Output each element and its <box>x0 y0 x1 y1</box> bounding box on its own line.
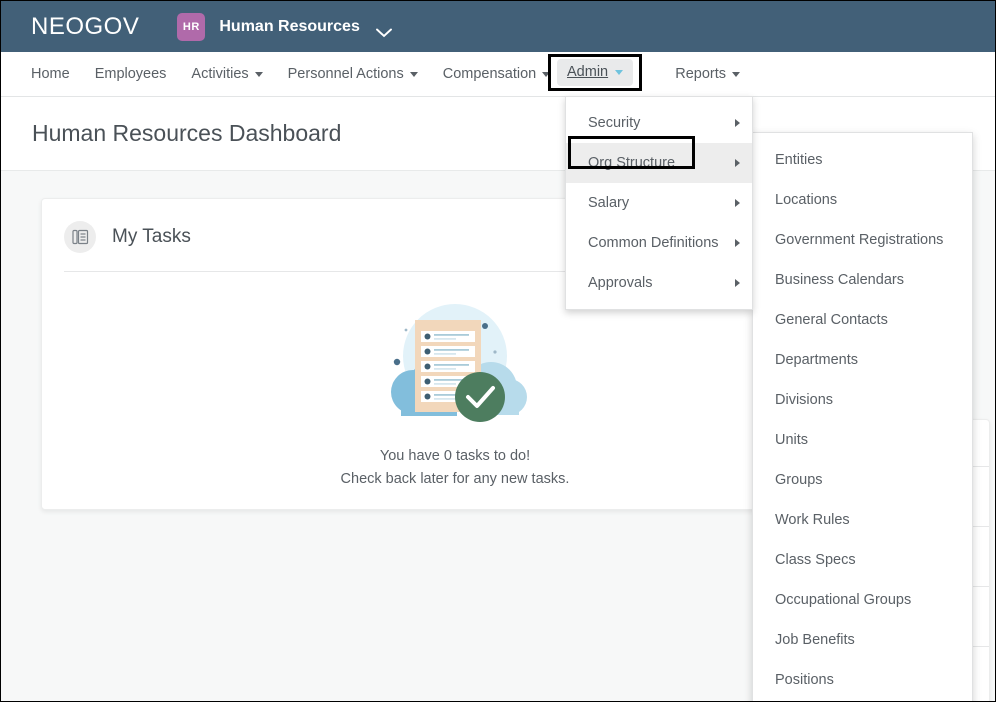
nav-item-activities[interactable]: Activities <box>191 66 263 82</box>
caret-down-icon <box>409 71 418 77</box>
submenu-item-general-contacts[interactable]: General Contacts <box>753 300 972 340</box>
menu-label: Security <box>588 115 641 131</box>
chevron-right-icon <box>735 279 740 287</box>
nav-label: Employees <box>94 66 167 82</box>
org-structure-submenu: Entities Locations Government Registrati… <box>752 132 973 701</box>
submenu-item-departments[interactable]: Departments <box>753 340 972 380</box>
nav-item-reports[interactable]: Reports <box>675 66 740 82</box>
submenu-item-business-calendars[interactable]: Business Calendars <box>753 260 972 300</box>
submenu-item-occupational-groups[interactable]: Occupational Groups <box>753 580 972 620</box>
empty-state-line-1: You have 0 tasks to do! <box>379 448 531 464</box>
nav-item-compensation[interactable]: Compensation <box>443 66 551 82</box>
nav-label: Personnel Actions <box>287 66 404 82</box>
empty-tasks-checkmark-illustration <box>391 304 527 422</box>
admin-dropdown-menu: Security Org Structure Salary Common Def… <box>565 96 753 310</box>
main-navigation-bar: Home Employees Activities Personnel Acti… <box>1 52 995 97</box>
chevron-right-icon <box>735 159 740 167</box>
caret-down-icon <box>732 71 740 77</box>
application-window: NEOGOV HR Human Resources Home Employees… <box>1 1 995 701</box>
hr-module-badge: HR <box>177 12 206 41</box>
top-brand-bar: NEOGOV HR Human Resources <box>1 1 995 52</box>
admin-menu-item-approvals[interactable]: Approvals <box>566 263 752 303</box>
chevron-right-icon <box>735 119 740 127</box>
caret-down-icon <box>615 69 624 75</box>
menu-label: Salary <box>588 195 630 211</box>
submenu-item-locations[interactable]: Locations <box>753 180 972 220</box>
page-title: Human Resources Dashboard <box>32 120 342 146</box>
chevron-right-icon <box>735 239 740 247</box>
admin-menu-item-common-definitions[interactable]: Common Definitions <box>566 223 752 263</box>
submenu-item-class-specs[interactable]: Class Specs <box>753 540 972 580</box>
nav-label: Reports <box>675 66 726 82</box>
chevron-right-icon <box>735 199 740 207</box>
nav-item-admin-highlight-box: Admin <box>548 54 643 91</box>
admin-menu-item-salary[interactable]: Salary <box>566 183 752 223</box>
nav-label: Home <box>31 66 70 82</box>
nav-label: Activities <box>191 66 249 82</box>
submenu-item-positions[interactable]: Positions <box>753 660 972 700</box>
submenu-item-work-rules[interactable]: Work Rules <box>753 500 972 540</box>
nav-item-admin[interactable]: Admin <box>557 59 634 86</box>
submenu-item-entities[interactable]: Entities <box>753 140 972 180</box>
module-name-label: Human Resources <box>219 17 360 35</box>
admin-menu-item-org-structure[interactable]: Org Structure <box>566 143 752 183</box>
nav-label: Admin <box>567 64 609 80</box>
my-tasks-title: My Tasks <box>112 226 191 247</box>
nav-item-home[interactable]: Home <box>31 66 70 82</box>
neogov-logo[interactable]: NEOGOV <box>31 13 139 41</box>
menu-label: Approvals <box>588 275 653 291</box>
caret-down-icon <box>254 71 263 77</box>
empty-state-line-2: Check back later for any new tasks. <box>340 471 570 487</box>
menu-label: Common Definitions <box>588 235 719 251</box>
submenu-item-units[interactable]: Units <box>753 420 972 460</box>
submenu-item-groups[interactable]: Groups <box>753 460 972 500</box>
tasks-book-icon <box>64 221 96 253</box>
submenu-item-divisions[interactable]: Divisions <box>753 380 972 420</box>
nav-item-personnel-actions[interactable]: Personnel Actions <box>288 66 418 82</box>
submenu-item-government-registrations[interactable]: Government Registrations <box>753 220 972 260</box>
nav-item-employees[interactable]: Employees <box>95 66 167 82</box>
nav-label: Compensation <box>442 66 537 82</box>
admin-menu-item-security[interactable]: Security <box>566 103 752 143</box>
submenu-item-job-benefits[interactable]: Job Benefits <box>753 620 972 660</box>
menu-label: Org Structure <box>588 155 676 171</box>
